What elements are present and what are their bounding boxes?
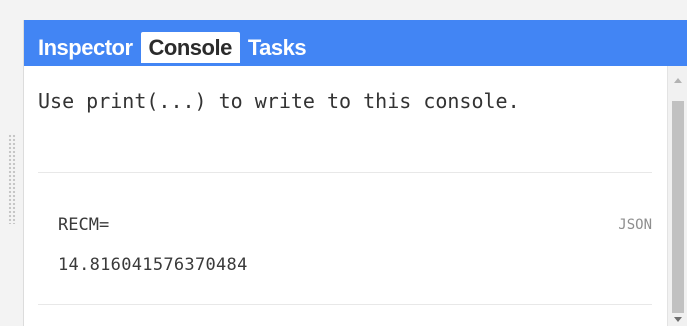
panel-resize-handle[interactable]: [8, 134, 16, 224]
console-entry: RECM= 14.816041576370484 JSON: [38, 173, 652, 304]
scroll-thumb[interactable]: [672, 101, 684, 313]
vertical-scrollbar[interactable]: [667, 66, 687, 326]
entry-value: 14.816041576370484: [58, 255, 248, 275]
console-panel: Inspector Console Tasks Use print(...) t…: [23, 20, 687, 326]
entry-label: RECM=: [58, 215, 110, 235]
tab-console[interactable]: Console: [140, 32, 240, 63]
scroll-up-icon[interactable]: [674, 78, 682, 83]
entry-divider: [38, 304, 652, 305]
console-intro-text: Use print(...) to write to this console.: [38, 89, 520, 113]
tab-bar: Inspector Console Tasks: [24, 20, 687, 66]
console-output-area: Use print(...) to write to this console.…: [24, 66, 666, 326]
scroll-down-icon[interactable]: [674, 317, 682, 322]
tab-inspector[interactable]: Inspector: [34, 32, 137, 63]
tab-tasks[interactable]: Tasks: [244, 32, 310, 63]
json-link[interactable]: JSON: [618, 217, 652, 233]
